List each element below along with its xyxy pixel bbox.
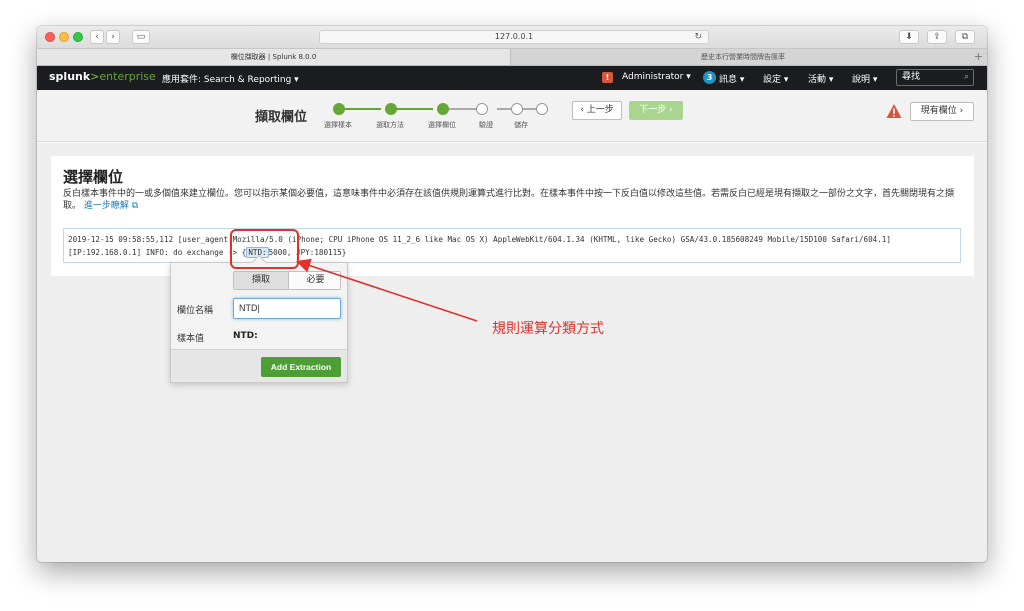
browser-window: ‹ › ▭ 127.0.0.1 ↻ ⬇ ⇪ ⧉ 欄位擷取器 | Splunk 8…	[37, 26, 987, 562]
annotation-arrow	[295, 258, 478, 322]
annotation-label: 規則運算分類方式	[492, 321, 604, 337]
